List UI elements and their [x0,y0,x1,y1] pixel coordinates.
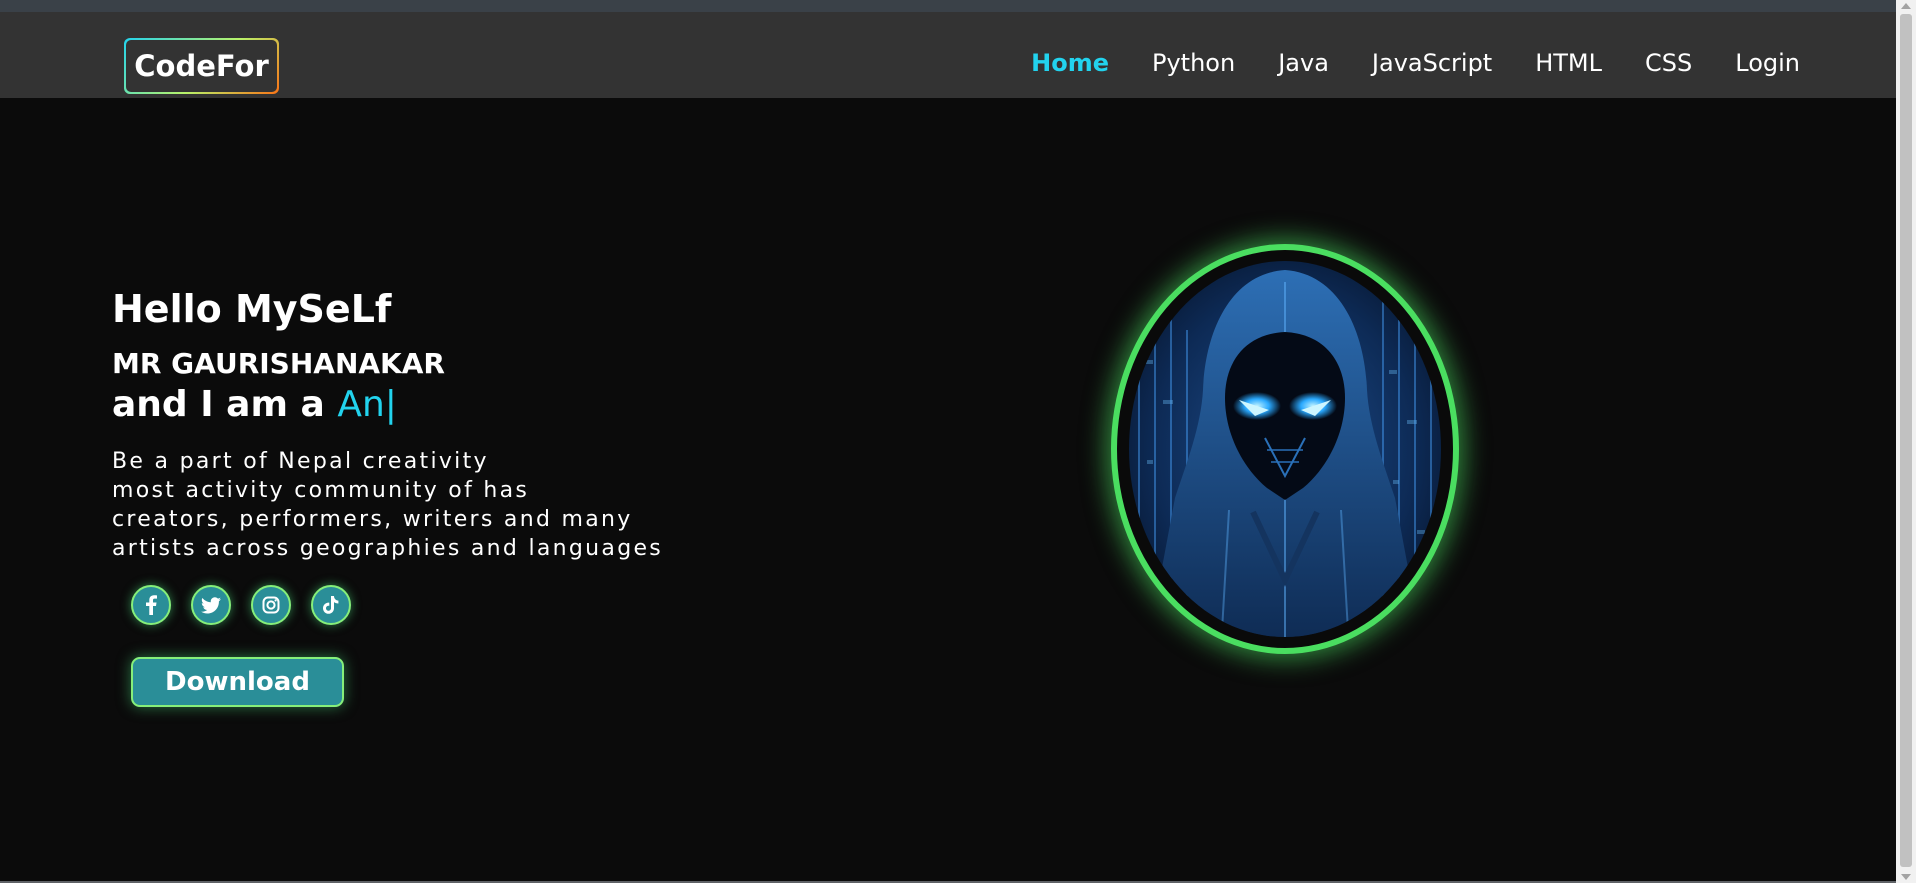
role-prefix: and I am a [112,384,325,425]
navbar: CodeFor Home Python Java JavaScript HTML… [0,12,1896,98]
nav-link-home[interactable]: Home [1031,44,1109,82]
role-heading: and I am a An| [112,383,663,427]
description-line: most activity community of has [112,478,530,503]
nav-link-html[interactable]: HTML [1535,44,1602,82]
twitter-icon[interactable] [191,585,231,625]
greeting-heading: Hello MySeLf [112,287,392,331]
facebook-icon[interactable] [131,585,171,625]
description-line: creators, performers, writers and many [112,507,633,532]
logo[interactable]: CodeFor [124,38,279,94]
scroll-down-arrow-icon[interactable] [1901,874,1911,880]
name-heading: MR GAURISHANAKAR [112,347,445,380]
description-line: artists across geographies and languages [112,536,664,561]
hero-description: Be a part of Nepal creativity most activ… [112,447,663,563]
description-line: Be a part of Nepal creativity [112,449,489,474]
instagram-icon[interactable] [251,585,291,625]
tiktok-icon[interactable] [311,585,351,625]
window-top-strip [0,0,1916,12]
nav-link-css[interactable]: CSS [1645,44,1692,82]
scroll-up-arrow-icon[interactable] [1901,3,1911,9]
hooded-figure-avatar [1111,244,1459,654]
nav-menu: Home Python Java JavaScript HTML CSS Log… [1031,44,1800,82]
nav-link-java[interactable]: Java [1278,44,1329,82]
nav-link-python[interactable]: Python [1152,44,1235,82]
scrollbar[interactable] [1896,0,1916,883]
hero-content: Hello MySeLf MR GAURISHANAKAR and I am a… [112,283,663,563]
nav-link-javascript[interactable]: JavaScript [1372,44,1492,82]
nav-link-login[interactable]: Login [1735,44,1800,82]
scrollbar-thumb[interactable] [1900,14,1912,867]
download-button[interactable]: Download [131,657,344,707]
social-links [131,585,351,625]
typed-role-text: An [337,384,385,425]
typing-cursor: | [384,384,397,425]
logo-text: CodeFor [126,40,277,92]
